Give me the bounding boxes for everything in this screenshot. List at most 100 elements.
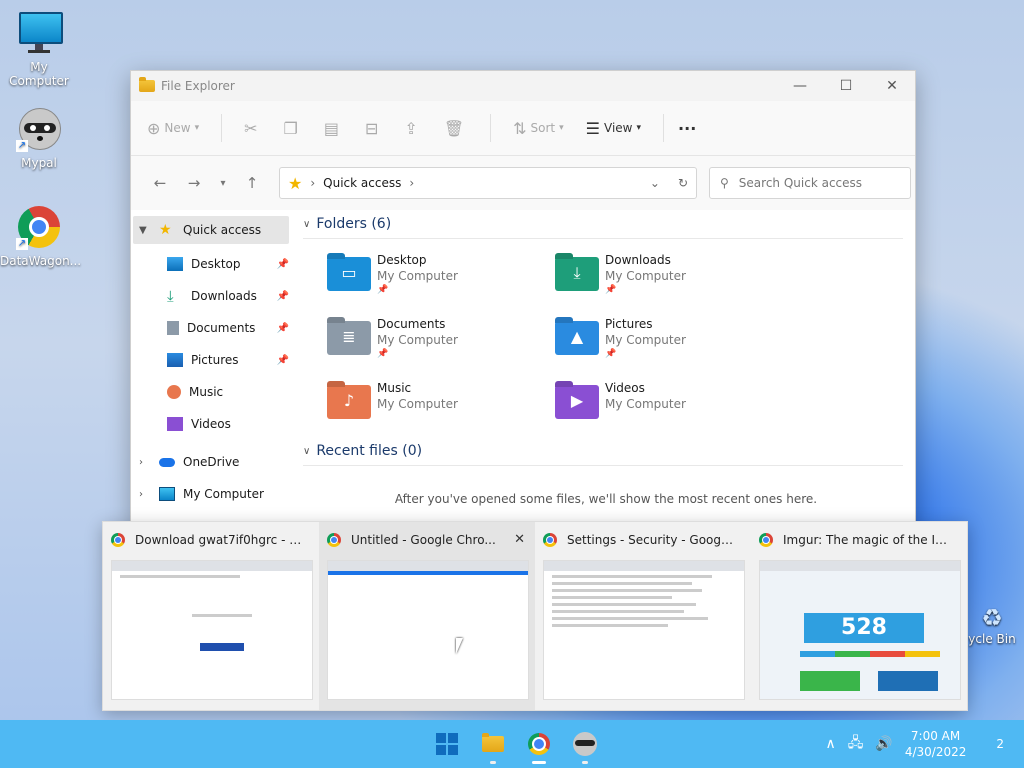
sidebar-item-quick-access[interactable]: ▼ ★ Quick access [133,216,289,244]
search-box[interactable]: ⚲ Search Quick access [709,167,911,199]
title-bar[interactable]: File Explorer — ☐ ✕ [131,71,915,101]
maximize-button[interactable]: ☐ [823,78,869,94]
download-icon: ⤓ [167,287,174,305]
sidebar-item-pictures[interactable]: Pictures 📌 [131,344,293,376]
new-button[interactable]: ⊕ New ▾ [147,119,199,138]
copy-button[interactable]: ❐ [284,119,302,138]
clock[interactable]: 7:00 AM 4/30/2022 [905,728,967,760]
chevron-right-icon[interactable]: › [409,176,414,190]
sidebar-item-my-computer[interactable]: › My Computer [131,478,293,510]
preview-window-4[interactable]: Imgur: The magic of the Intern... 528 [751,522,967,710]
desktop-icon-mypal[interactable]: ↗ Mypal [0,106,78,170]
address-bar[interactable]: ★ › Quick access › ⌄ ↻ [279,167,697,199]
desktop-icon-recycle-bin[interactable]: ♻ ycle Bin [962,604,1022,646]
sort-button[interactable]: ⇅ Sort ▾ [513,119,564,138]
pin-icon: 📌 [276,354,289,366]
windows-logo-icon [436,733,458,755]
chrome-icon [327,533,341,547]
documents-folder-icon: ≣ [327,321,371,355]
recent-locations-button[interactable]: ▾ [211,178,235,189]
notification-count-badge[interactable]: 2 [996,737,1004,751]
pin-icon: 📌 [276,258,289,270]
recent-files-section-header[interactable]: ∨ Recent files (0) [303,437,903,466]
folder-tile-downloads[interactable]: ⤓ Downloads My Computer 📌 [555,253,783,305]
share-button[interactable]: ⇪ [404,119,421,138]
taskbar-file-explorer[interactable] [476,728,510,764]
sidebar-item-documents[interactable]: Documents 📌 [131,312,293,344]
folder-tile-documents[interactable]: ≣ Documents My Computer 📌 [327,317,555,369]
clipboard-icon: ▤ [323,118,339,138]
preview-window-2[interactable]: Untitled - Google Chro... ✕ [319,522,535,710]
close-button[interactable]: ✕ [869,78,915,94]
chevron-down-icon: ∨ [303,218,311,230]
chevron-down-icon[interactable]: ▼ [139,225,159,236]
close-preview-button[interactable]: ✕ [514,532,525,547]
sidebar-item-onedrive[interactable]: › OneDrive [131,446,293,478]
desktop-icon-my-computer[interactable]: My Computer [0,10,78,88]
system-tray: ∧ 🖧 🔊 7:00 AM 4/30/2022 2 [826,720,1004,768]
start-button[interactable] [430,728,464,760]
preview-window-1[interactable]: Download gwat7if0hgrc - Goo... [103,522,319,710]
copy-icon: ❐ [283,118,298,138]
chevron-down-icon: ▾ [194,123,200,133]
folder-tile-pictures[interactable]: ▲ Pictures My Computer 📌 [555,317,783,369]
chevron-down-icon: ▾ [636,123,642,133]
chrome-icon [528,733,550,755]
taskbar-mypal[interactable] [568,728,602,764]
command-bar: ⊕ New ▾ ✂ ❐ ▤ ⊟ ⇪ 🗑 ⇅ Sort ▾ ☰ View ▾ ··· [131,101,915,156]
forward-button[interactable]: → [177,174,211,192]
sidebar-item-music[interactable]: Music [131,376,293,408]
cut-button[interactable]: ✂ [244,119,261,138]
sidebar-item-downloads[interactable]: ⤓ Downloads 📌 [131,280,293,312]
paste-button[interactable]: ▤ [324,119,343,138]
up-button[interactable]: ↑ [235,174,269,192]
view-button[interactable]: ☰ View ▾ [586,119,641,138]
rename-button[interactable]: ⊟ [365,119,382,138]
navigation-pane: ▼ ★ Quick access Desktop 📌 ⤓ Downloads 📌… [131,210,293,530]
preview-thumbnail[interactable] [327,560,529,700]
chevron-right-icon[interactable]: › [139,489,159,500]
pin-icon: 📌 [276,290,289,302]
back-button[interactable]: ← [143,174,177,192]
plus-circle-icon: ⊕ [147,118,161,138]
folder-tile-music[interactable]: ♪ Music My Computer [327,381,555,433]
taskbar: ∧ 🖧 🔊 7:00 AM 4/30/2022 2 [0,720,1024,768]
minimize-button[interactable]: — [777,78,823,94]
raccoon-icon [573,732,597,756]
chevron-right-icon[interactable]: › [139,457,159,468]
shortcut-arrow-icon: ↗ [16,140,28,152]
folders-section-header[interactable]: ∨ Folders (6) [303,210,903,239]
folder-tile-videos[interactable]: ▶ Videos My Computer [555,381,783,433]
desktop-icon-datawagon[interactable]: ↗ DataWagon... [0,204,81,268]
monitor-icon [16,10,63,56]
rename-icon: ⊟ [365,118,379,138]
raccoon-icon: ↗ [16,106,62,152]
scissors-icon: ✂ [244,118,258,138]
refresh-icon[interactable]: ↻ [678,176,688,190]
preview-score: 528 [804,613,924,643]
desktop-folder-icon: ▭ [327,257,371,291]
volume-icon[interactable]: 🔊 [875,736,892,752]
taskbar-chrome[interactable] [522,728,556,764]
preview-thumbnail[interactable] [543,560,745,700]
clock-date: 4/30/2022 [904,745,967,759]
monitor-icon [159,487,175,501]
folder-tile-desktop[interactable]: ▭ Desktop My Computer 📌 [327,253,555,305]
pictures-folder-icon: ▲ [555,321,599,355]
pin-icon: 📌 [276,322,289,334]
network-icon[interactable]: 🖧 [848,732,864,756]
preview-window-3[interactable]: Settings - Security - Google Ch... [535,522,751,710]
delete-button[interactable]: 🗑 [444,119,468,138]
address-dropdown-icon[interactable]: ⌄ [650,176,660,190]
show-hidden-icons-button[interactable]: ∧ [826,736,836,752]
view-list-icon: ☰ [585,118,601,138]
sidebar-item-videos[interactable]: Videos [131,408,293,440]
desktop-icon-label: My Computer [9,60,69,88]
sidebar-item-desktop[interactable]: Desktop 📌 [131,248,293,280]
content-pane: ∨ Folders (6) ▭ Desktop My Computer 📌 ⤓ Do… [293,210,915,530]
address-location[interactable]: Quick access [323,176,401,190]
desktop-icon-label: Mypal [21,156,57,170]
more-options-button[interactable]: ··· [678,119,696,138]
preview-thumbnail[interactable]: 528 [759,560,961,700]
preview-thumbnail[interactable] [111,560,313,700]
